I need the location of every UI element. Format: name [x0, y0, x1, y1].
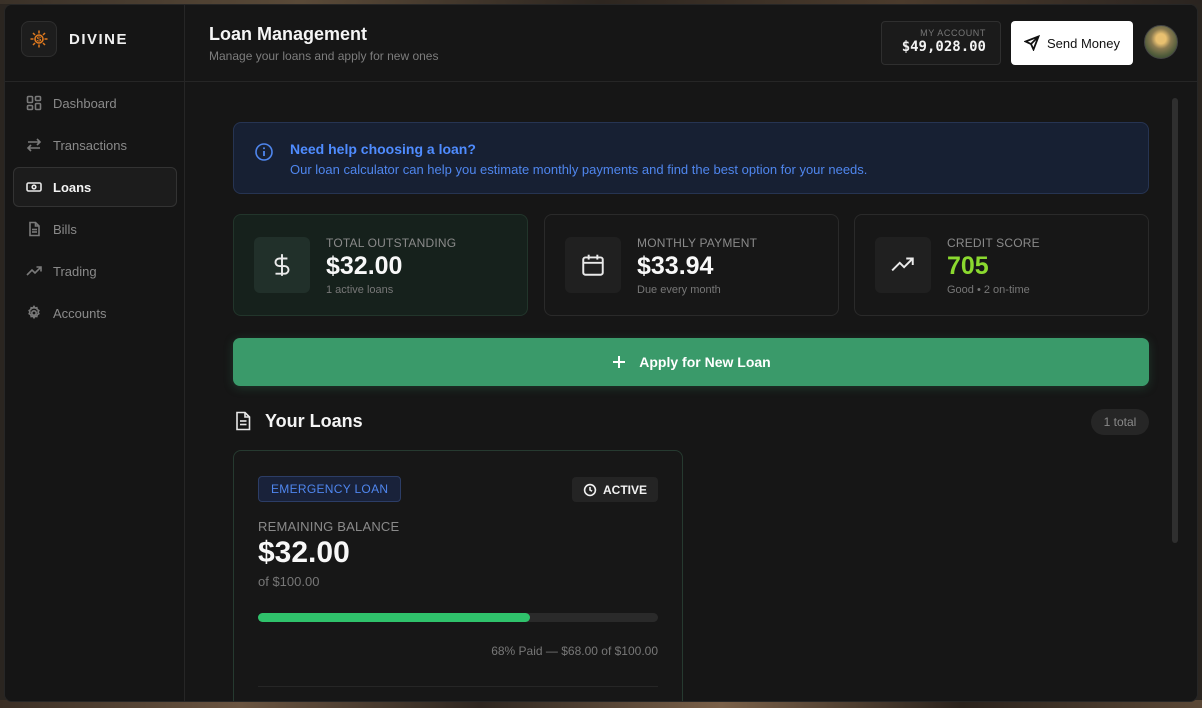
loan-principal: of $100.00 — [258, 574, 320, 589]
svg-text:S: S — [37, 37, 42, 44]
apply-new-loan-button[interactable]: Apply for New Loan — [233, 338, 1149, 386]
main-content: Need help choosing a loan? Our loan calc… — [185, 83, 1197, 701]
sidebar: S DIVINE Dashboard Transactions Loans Bi… — [5, 5, 185, 701]
scrollbar[interactable] — [1172, 98, 1178, 543]
clock-icon — [583, 483, 597, 496]
remaining-balance-label: REMAINING BALANCE — [258, 519, 400, 534]
trending-up-icon — [875, 237, 931, 293]
loan-status-badge: ACTIVE — [572, 477, 658, 502]
sidebar-item-accounts[interactable]: Accounts — [13, 293, 177, 333]
dollar-icon — [254, 237, 310, 293]
loan-status-label: ACTIVE — [602, 482, 647, 497]
stat-card-credit-score: CREDIT SCORE 705 Good • 2 on-time — [854, 214, 1149, 316]
stat-label: MONTHLY PAYMENT — [637, 236, 758, 250]
stat-sub: Due every month — [637, 284, 721, 296]
sidebar-item-dashboard[interactable]: Dashboard — [13, 83, 177, 123]
remaining-balance-value: $32.00 — [258, 536, 350, 569]
top-header: Loan Management Manage your loans and ap… — [185, 5, 1197, 82]
sidebar-item-label: Accounts — [53, 305, 107, 321]
sidebar-item-label: Loans — [53, 179, 92, 195]
sidebar-item-label: Dashboard — [53, 95, 117, 111]
account-balance[interactable]: MY ACCOUNT $49,028.00 — [881, 21, 1001, 65]
stat-card-monthly-payment: MONTHLY PAYMENT $33.94 Due every month — [544, 214, 839, 316]
help-banner-title: Need help choosing a loan? — [290, 141, 476, 157]
document-icon — [29, 221, 40, 237]
stat-sub: 1 active loans — [326, 284, 394, 296]
brand-logo-icon: S — [21, 21, 57, 57]
repayment-progress-bar — [258, 613, 658, 622]
account-label: MY ACCOUNT — [920, 28, 986, 38]
loan-card-divider — [258, 686, 658, 687]
page-title: Loan Management — [209, 24, 368, 44]
loan-card[interactable]: EMERGENCY LOAN ACTIVE REMAINING BALANCE … — [233, 450, 683, 701]
your-loans-heading: Your Loans — [265, 411, 363, 431]
brand[interactable]: S DIVINE — [21, 21, 128, 57]
sidebar-item-trading[interactable]: Trading — [13, 251, 177, 291]
brand-name: DIVINE — [69, 30, 129, 48]
document-icon — [236, 411, 251, 431]
trending-up-icon — [26, 266, 42, 276]
avatar[interactable] — [1144, 25, 1178, 59]
arrows-swap-icon — [26, 138, 42, 152]
help-banner: Need help choosing a loan? Our loan calc… — [233, 122, 1149, 194]
repayment-progress-fill — [258, 613, 530, 622]
credit-score-value: 705 — [947, 252, 989, 280]
app-window: S DIVINE Dashboard Transactions Loans Bi… — [4, 4, 1198, 702]
gear-icon — [28, 305, 40, 320]
info-icon — [255, 143, 273, 161]
send-money-button[interactable]: Send Money — [1011, 21, 1133, 65]
stat-label: CREDIT SCORE — [947, 236, 1040, 250]
loan-type-badge: EMERGENCY LOAN — [258, 476, 402, 502]
sidebar-nav: Dashboard Transactions Loans Bills Tradi… — [13, 83, 177, 335]
page-subtitle: Manage your loans and apply for new ones — [209, 49, 439, 63]
sidebar-item-label: Trading — [53, 263, 97, 279]
account-value: $49,028.00 — [901, 39, 986, 55]
sidebar-item-transactions[interactable]: Transactions — [13, 125, 177, 165]
repayment-progress-text: 68% Paid — $68.00 of $100.00 — [491, 644, 658, 658]
grid-icon — [26, 95, 42, 111]
apply-new-loan-label: Apply for New Loan — [639, 354, 771, 370]
sidebar-item-bills[interactable]: Bills — [13, 209, 177, 249]
send-money-label: Send Money — [1047, 35, 1120, 51]
send-icon — [1024, 35, 1040, 51]
stat-sub: Good • 2 on-time — [947, 284, 1030, 296]
loans-count-badge: 1 total — [1091, 409, 1149, 435]
sidebar-item-loans[interactable]: Loans — [13, 167, 177, 207]
stat-value: $33.94 — [637, 252, 714, 280]
help-banner-text: Our loan calculator can help you estimat… — [290, 162, 868, 177]
plus-icon — [613, 356, 626, 368]
stat-label: TOTAL OUTSTANDING — [326, 236, 457, 250]
calendar-icon — [565, 237, 621, 293]
stat-card-outstanding: TOTAL OUTSTANDING $32.00 1 active loans — [233, 214, 528, 316]
banknote-icon — [26, 182, 42, 192]
sidebar-divider — [5, 81, 184, 82]
sidebar-item-label: Transactions — [53, 137, 127, 153]
stat-value: $32.00 — [326, 252, 403, 280]
sidebar-item-label: Bills — [53, 221, 77, 237]
